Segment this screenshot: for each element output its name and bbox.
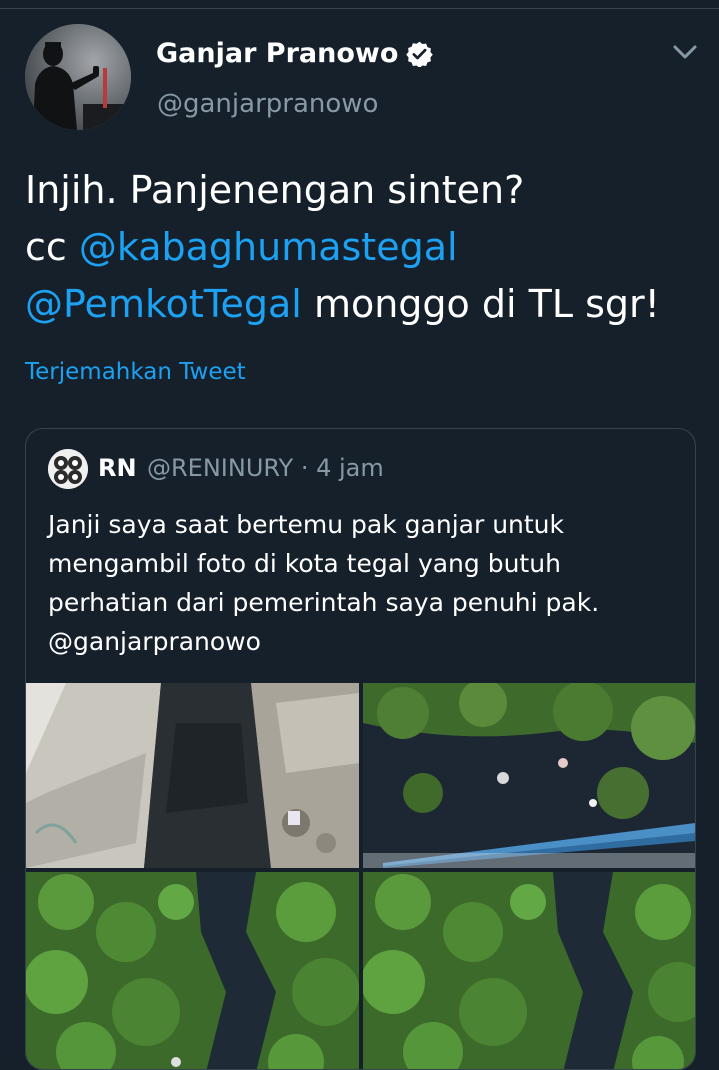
quoted-text-line: @ganjarpranowo	[48, 627, 261, 656]
photo-water-hyacinth-2	[363, 872, 695, 1069]
quoted-text-line: perhatian dari pemerintah saya penuhi pa…	[48, 588, 600, 617]
photo-4[interactable]	[363, 872, 695, 1069]
photo-polluted-water-pipe	[363, 683, 695, 868]
quoted-tweet-text: Janji saya saat bertemu pak ganjar untuk…	[48, 505, 678, 661]
verified-badge-icon	[406, 41, 434, 67]
quoted-text-line: mengambil foto di kota tegal yang butuh	[48, 549, 561, 578]
tweet-text-line1: Injih. Panjenengan sinten?	[25, 168, 525, 212]
photo-water-hyacinth-1	[26, 872, 359, 1069]
photo-2[interactable]	[363, 683, 695, 868]
author-name-text[interactable]: Ganjar Pranowo	[156, 38, 398, 69]
quoted-tweet-card[interactable]: RN @RENINURY · 4 jam Janji saya saat ber…	[25, 428, 696, 1070]
avatar-silhouette-image	[25, 24, 131, 130]
photo-1[interactable]	[26, 683, 359, 868]
tweet-text-tail: monggo di TL sgr!	[313, 282, 660, 326]
cc-text: cc	[25, 225, 67, 269]
quoted-text-line: Janji saya saat bertemu pak ganjar untuk	[48, 510, 565, 539]
mention-kabaghumastegal[interactable]: @kabaghumastegal	[79, 225, 458, 269]
top-divider	[0, 8, 719, 9]
tweet-text-line2: cc @kabaghumastegal	[25, 219, 705, 276]
photo-drain-channel	[26, 683, 359, 868]
author-name[interactable]: Ganjar Pranowo	[156, 38, 434, 69]
author-handle[interactable]: @ganjarpranowo	[157, 89, 378, 119]
photo-3[interactable]	[26, 872, 359, 1069]
tweet-text-line3: @PemkotTegal monggo di TL sgr!	[25, 276, 705, 333]
mention-pemkottegal[interactable]: @PemkotTegal	[25, 282, 302, 326]
quoted-handle-time[interactable]: @RENINURY · 4 jam	[147, 454, 384, 482]
tweet-text: Injih. Panjenengan sinten? cc @kabaghuma…	[25, 162, 705, 333]
chevron-down-icon[interactable]	[672, 42, 698, 62]
quoted-author-name[interactable]: RN	[98, 454, 137, 482]
translate-tweet-link[interactable]: Terjemahkan Tweet	[25, 359, 246, 385]
quoted-author-avatar[interactable]	[48, 449, 88, 489]
author-avatar[interactable]	[25, 24, 131, 130]
quoted-avatar-image	[48, 449, 88, 489]
